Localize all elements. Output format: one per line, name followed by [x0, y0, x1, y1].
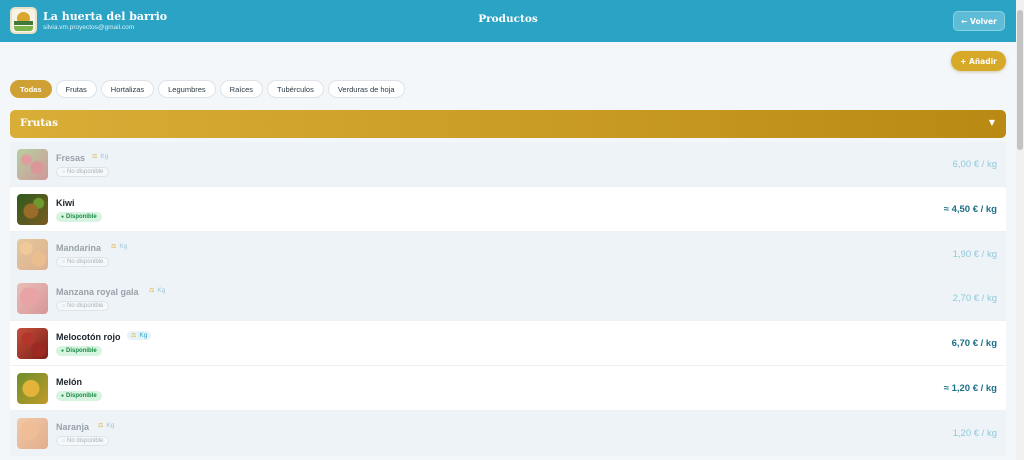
- product-price: 2,70 € / kg: [952, 293, 997, 305]
- unit-badge: ⚖ Kg: [92, 153, 109, 160]
- status-dot-icon: ○: [62, 258, 66, 265]
- product-image: [17, 372, 48, 404]
- product-row[interactable]: Naranja ⚖ Kg ○ No disponible 1,20 € / kg: [10, 410, 1006, 456]
- add-product-button[interactable]: + Añadir: [951, 51, 1006, 71]
- unit-badge: ⚖ Kg: [127, 331, 152, 341]
- scrollbar-thumb[interactable]: [1017, 10, 1023, 150]
- category-filter-bar: Todas Frutas Hortalizas Legumbres Raíces…: [10, 80, 409, 98]
- product-image: [17, 193, 48, 225]
- product-price: 1,20 € / kg: [952, 427, 997, 439]
- product-row[interactable]: Kiwi ● Disponible ≈ 4,50 € / kg: [10, 186, 1006, 232]
- status-dot-icon: ○: [62, 169, 66, 175]
- product-row[interactable]: Melocotón rojo ⚖ Kg ● Disponible 6,70 € / …: [10, 321, 1006, 366]
- product-name: Kiwi: [56, 197, 75, 208]
- product-price: ≈ 1,20 € / kg: [943, 382, 997, 394]
- product-image: [17, 238, 48, 270]
- product-price: 1,90 € / kg: [952, 248, 997, 260]
- filter-chip-todas[interactable]: Todas: [10, 80, 52, 98]
- product-name: Melón: [56, 376, 82, 387]
- status-dot-icon: ●: [61, 348, 65, 355]
- product-image: [17, 283, 48, 315]
- back-button[interactable]: ← Volver: [953, 11, 1005, 31]
- product-image: [17, 328, 48, 360]
- scale-icon: ⚖: [131, 333, 137, 340]
- status-dot-icon: ○: [62, 303, 66, 310]
- product-name: Melocotón rojo: [56, 332, 121, 343]
- product-image: [17, 417, 48, 449]
- filter-chip-verduras-de-hoja[interactable]: Verduras de hoja: [327, 80, 405, 98]
- page-title: Productos: [478, 13, 538, 25]
- product-price: 6,70 € / kg: [951, 338, 997, 350]
- product-list: Fresas ⚖ Kg ○ No disponible 6,00 € / kg Ki…: [10, 142, 1006, 456]
- filter-chip-legumbres[interactable]: Legumbres: [158, 80, 216, 98]
- category-title: Frutas: [20, 117, 59, 129]
- product-name: Mandarina: [56, 242, 102, 253]
- chevron-down-icon[interactable]: ▼: [989, 118, 995, 127]
- product-row[interactable]: Manzana royal gala ⚖ Kg ○ No disponible 2,…: [10, 276, 1006, 322]
- unit-badge: ⚖ Kg: [98, 421, 115, 429]
- status-badge: ○ No disponible: [56, 301, 110, 312]
- product-row[interactable]: Melón ● Disponible ≈ 1,20 € / kg: [10, 365, 1006, 411]
- status-dot-icon: ●: [61, 213, 65, 220]
- app-header: La huerta del barrio silvia.vm.proyectos…: [0, 0, 1016, 42]
- product-row[interactable]: Fresas ⚖ Kg ○ No disponible 6,00 € / kg: [10, 142, 1006, 187]
- product-name: Naranja: [56, 421, 90, 432]
- status-dot-icon: ●: [61, 392, 65, 399]
- status-badge: ○ No disponible: [56, 256, 110, 267]
- filter-chip-hortalizas[interactable]: Hortalizas: [100, 80, 155, 98]
- status-badge: ● Disponible: [56, 211, 102, 222]
- product-row[interactable]: Mandarina ⚖ Kg ○ No disponible 1,90 € / kg: [10, 231, 1006, 277]
- scale-icon: ⚖: [149, 288, 155, 295]
- filter-chip-frutas[interactable]: Frutas: [55, 80, 97, 98]
- unit-badge: ⚖ Kg: [111, 242, 128, 250]
- filter-chip-tuberculos[interactable]: Tubérculos: [267, 80, 324, 98]
- product-price: 6,00 € / kg: [952, 159, 997, 170]
- product-image: [17, 149, 48, 180]
- category-header-frutas[interactable]: Frutas ▼: [10, 110, 1006, 138]
- product-price: ≈ 4,50 € / kg: [943, 203, 997, 215]
- scale-icon: ⚖: [98, 422, 104, 429]
- product-name: Manzana royal gala: [56, 287, 139, 298]
- status-badge: ○ No disponible: [56, 167, 110, 177]
- status-badge: ○ No disponible: [56, 435, 110, 446]
- status-badge: ● Disponible: [56, 346, 102, 357]
- status-dot-icon: ○: [62, 437, 66, 444]
- status-badge: ● Disponible: [56, 390, 102, 401]
- product-name: Fresas: [56, 153, 86, 163]
- scale-icon: ⚖: [111, 243, 117, 250]
- unit-badge: ⚖ Kg: [149, 287, 166, 295]
- filter-chip-raices[interactable]: Raíces: [219, 80, 264, 98]
- page-scrollbar[interactable]: [1016, 0, 1024, 460]
- scale-icon: ⚖: [92, 154, 98, 160]
